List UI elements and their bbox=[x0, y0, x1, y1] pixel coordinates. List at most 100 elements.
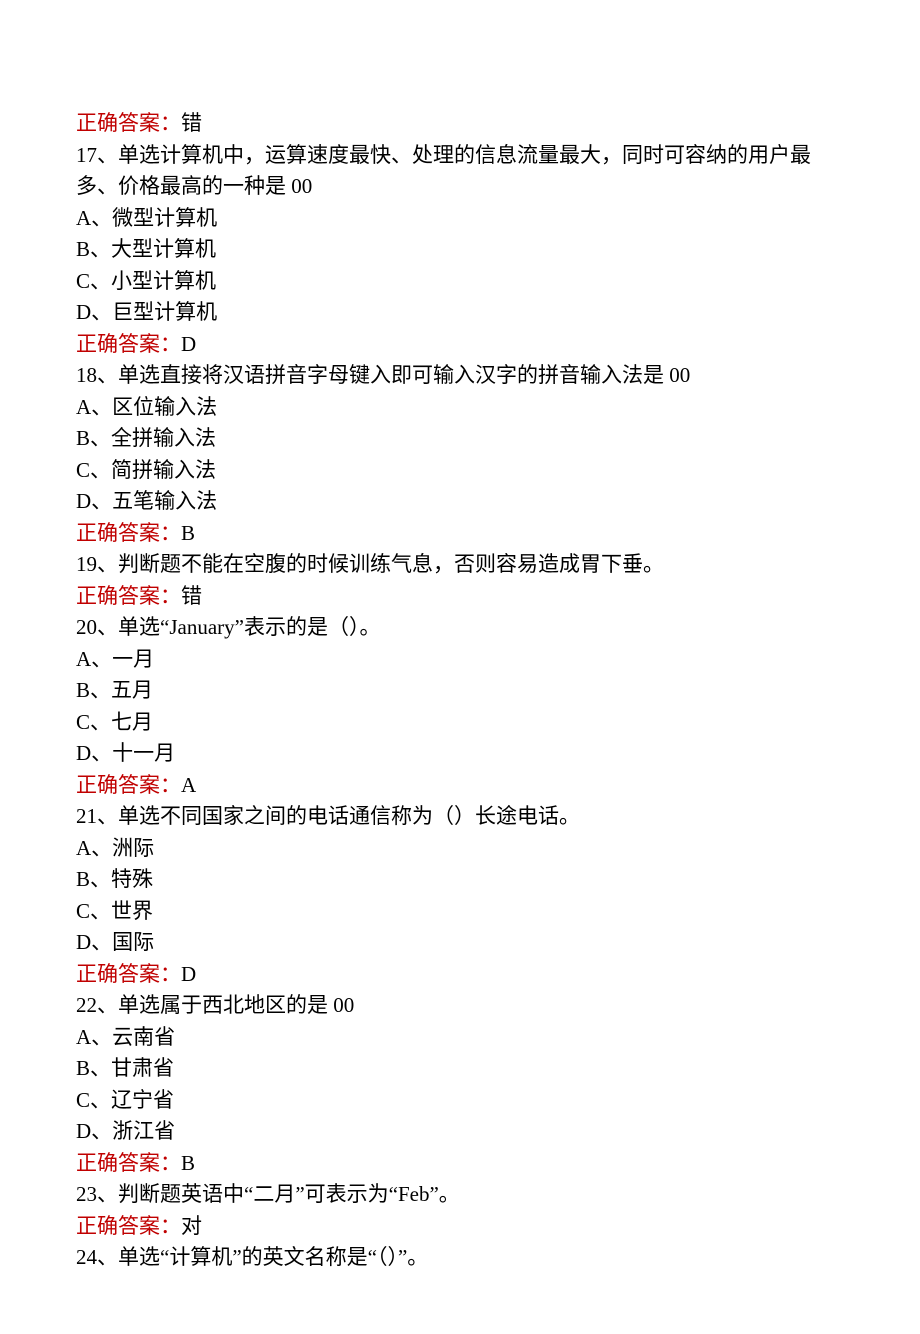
option-text: 巨型计算机 bbox=[112, 300, 217, 324]
option-line: B、全拼输入法 bbox=[76, 423, 844, 455]
option-sep: 、 bbox=[91, 1119, 112, 1143]
answer-label: 正确答案： bbox=[76, 1214, 181, 1238]
answer-value: 错 bbox=[181, 111, 202, 135]
answer-label: 正确答案： bbox=[76, 773, 181, 797]
answer-value: B bbox=[181, 521, 195, 545]
option-line: C、世界 bbox=[76, 896, 844, 928]
answer-line: 正确答案：对 bbox=[76, 1211, 844, 1243]
option-line: C、简拼输入法 bbox=[76, 455, 844, 487]
answer-value: B bbox=[181, 1151, 195, 1175]
answer-line: 正确答案：D bbox=[76, 959, 844, 991]
question-number: 18 bbox=[76, 363, 97, 387]
option-letter: A bbox=[76, 836, 91, 860]
option-text: 十一月 bbox=[112, 741, 175, 765]
option-text: 全拼输入法 bbox=[111, 426, 216, 450]
option-sep: 、 bbox=[91, 930, 112, 954]
answer-line: 正确答案：错 bbox=[76, 108, 844, 140]
option-letter: B bbox=[76, 867, 90, 891]
option-line: A、微型计算机 bbox=[76, 203, 844, 235]
option-text: 国际 bbox=[112, 930, 154, 954]
answer-label: 正确答案： bbox=[76, 332, 181, 356]
answer-line: 正确答案：D bbox=[76, 329, 844, 361]
option-letter: D bbox=[76, 930, 91, 954]
option-text: 浙江省 bbox=[112, 1119, 175, 1143]
question-type: 判断题 bbox=[118, 552, 181, 576]
option-text: 区位输入法 bbox=[112, 395, 217, 419]
answer-label: 正确答案： bbox=[76, 1151, 181, 1175]
option-letter: D bbox=[76, 300, 91, 324]
option-sep: 、 bbox=[90, 867, 111, 891]
answer-label: 正确答案： bbox=[76, 111, 181, 135]
option-text: 洲际 bbox=[112, 836, 154, 860]
option-letter: B bbox=[76, 1056, 90, 1080]
option-letter: C bbox=[76, 1088, 90, 1112]
question-type: 单选 bbox=[118, 804, 160, 828]
option-line: B、特殊 bbox=[76, 864, 844, 896]
option-text: 简拼输入法 bbox=[111, 458, 216, 482]
question-number: 23 bbox=[76, 1182, 97, 1206]
question-sep: 、 bbox=[97, 143, 118, 167]
option-sep: 、 bbox=[90, 269, 111, 293]
option-line: B、甘肃省 bbox=[76, 1053, 844, 1085]
answer-value: D bbox=[181, 332, 196, 356]
answer-line: 正确答案：A bbox=[76, 770, 844, 802]
question-sep: 、 bbox=[97, 1182, 118, 1206]
answer-value: 对 bbox=[181, 1214, 202, 1238]
question-number: 21 bbox=[76, 804, 97, 828]
question-line: 17、单选计算机中，运算速度最快、处理的信息流量最大，同时可容纳的用户最多、价格… bbox=[76, 140, 844, 203]
option-sep: 、 bbox=[91, 741, 112, 765]
option-text: 一月 bbox=[112, 647, 154, 671]
question-number: 20 bbox=[76, 615, 97, 639]
option-sep: 、 bbox=[91, 489, 112, 513]
option-sep: 、 bbox=[91, 836, 112, 860]
option-letter: A bbox=[76, 395, 91, 419]
question-number: 22 bbox=[76, 993, 97, 1017]
option-text: 七月 bbox=[111, 710, 153, 734]
option-sep: 、 bbox=[91, 206, 112, 230]
question-sep: 、 bbox=[97, 1245, 118, 1269]
option-sep: 、 bbox=[90, 458, 111, 482]
answer-label: 正确答案： bbox=[76, 962, 181, 986]
option-letter: A bbox=[76, 1025, 91, 1049]
option-letter: B bbox=[76, 426, 90, 450]
answer-label: 正确答案： bbox=[76, 584, 181, 608]
question-text: 直接将汉语拼音字母键入即可输入汉字的拼音输入法是 00 bbox=[160, 363, 690, 387]
option-line: C、七月 bbox=[76, 707, 844, 739]
answer-line: 正确答案：B bbox=[76, 1148, 844, 1180]
answer-value: D bbox=[181, 962, 196, 986]
option-letter: C bbox=[76, 710, 90, 734]
question-type: 单选 bbox=[118, 615, 160, 639]
option-text: 世界 bbox=[111, 899, 153, 923]
question-type: 单选 bbox=[118, 993, 160, 1017]
question-number: 24 bbox=[76, 1245, 97, 1269]
question-type: 单选 bbox=[118, 143, 160, 167]
option-line: D、五笔输入法 bbox=[76, 486, 844, 518]
question-number: 19 bbox=[76, 552, 97, 576]
option-sep: 、 bbox=[90, 426, 111, 450]
option-letter: D bbox=[76, 489, 91, 513]
option-line: A、一月 bbox=[76, 644, 844, 676]
question-sep: 、 bbox=[97, 804, 118, 828]
option-line: C、小型计算机 bbox=[76, 266, 844, 298]
question-line: 18、单选直接将汉语拼音字母键入即可输入汉字的拼音输入法是 00 bbox=[76, 360, 844, 392]
option-letter: D bbox=[76, 1119, 91, 1143]
option-text: 甘肃省 bbox=[111, 1056, 174, 1080]
option-sep: 、 bbox=[90, 237, 111, 261]
question-text: “计算机”的英文名称是“（）”。 bbox=[160, 1245, 428, 1269]
option-sep: 、 bbox=[90, 678, 111, 702]
answer-label: 正确答案： bbox=[76, 521, 181, 545]
option-sep: 、 bbox=[90, 899, 111, 923]
question-line: 22、单选属于西北地区的是 00 bbox=[76, 990, 844, 1022]
question-type: 单选 bbox=[118, 1245, 160, 1269]
option-text: 大型计算机 bbox=[111, 237, 216, 261]
option-letter: C bbox=[76, 899, 90, 923]
option-line: D、国际 bbox=[76, 927, 844, 959]
question-sep: 、 bbox=[97, 993, 118, 1017]
question-line: 23、判断题英语中“二月”可表示为“Feb”。 bbox=[76, 1179, 844, 1211]
option-letter: B bbox=[76, 678, 90, 702]
question-sep: 、 bbox=[97, 363, 118, 387]
option-line: D、浙江省 bbox=[76, 1116, 844, 1148]
option-sep: 、 bbox=[91, 1025, 112, 1049]
question-type: 单选 bbox=[118, 363, 160, 387]
option-line: D、十一月 bbox=[76, 738, 844, 770]
